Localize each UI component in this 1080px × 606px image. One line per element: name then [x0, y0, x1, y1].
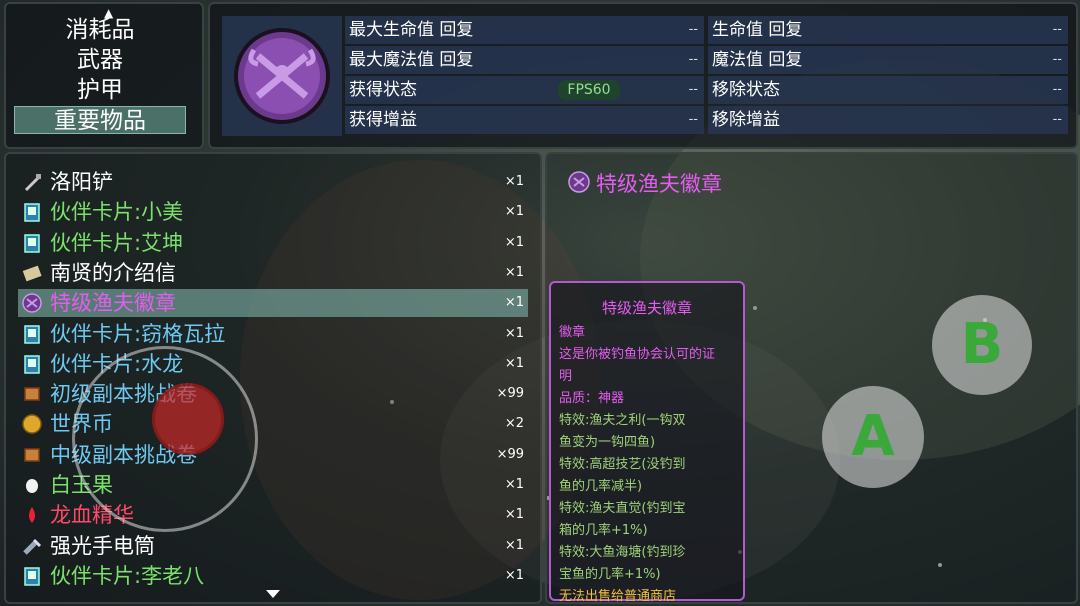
tooltip-line: 这是你被钓鱼协会认可的证	[559, 347, 716, 362]
tooltip-line: 特效:高超技艺(没钓到	[559, 457, 686, 472]
flashlight-icon	[23, 538, 42, 555]
item-count: ×1	[504, 174, 524, 189]
item-count: ×1	[504, 507, 524, 523]
partner-card-icon	[24, 355, 40, 374]
detail-title: 特级渔夫徽章	[596, 172, 722, 196]
stat-row: 生命值 回复 --	[708, 16, 1068, 44]
tooltip-line: 特效:大鱼海塘(钓到珍	[559, 545, 686, 560]
joystick-knob[interactable]	[152, 383, 224, 455]
tooltip-line: 特效:渔夫之利(一钩双	[559, 413, 686, 428]
badge-icon	[568, 171, 590, 193]
tooltip-line: 宝鱼的几率+1%)	[559, 567, 661, 582]
item-name: 特级渔夫徽章	[50, 291, 176, 316]
item-count: ×99	[496, 446, 524, 462]
item-row[interactable]: 伙伴卡片:李老八 ×1	[18, 562, 528, 590]
item-name: 伙伴卡片:窃格瓦拉	[50, 321, 226, 346]
item-count: ×1	[504, 204, 524, 220]
item-row[interactable]: 南贤的介绍信 ×1	[18, 259, 528, 287]
stat-row: 最大魔法值 回复 --	[345, 46, 704, 74]
badge-icon	[22, 293, 42, 313]
item-count: ×1	[504, 234, 524, 250]
item-count: ×1	[504, 325, 524, 341]
item-count: ×1	[504, 477, 524, 492]
partner-card-icon	[24, 233, 40, 253]
item-tooltip: 特级渔夫徽章 徽章这是你被钓鱼协会认可的证明品质：神器特效:渔夫之利(一钩双 鱼变…	[549, 281, 745, 604]
item-row[interactable]: 伙伴卡片:艾坤 ×1	[18, 229, 528, 257]
item-row[interactable]: 特级渔夫徽章 ×1	[18, 289, 528, 318]
item-name: 洛阳铲	[50, 170, 113, 194]
tooltip-line: 鱼变为一钩四鱼)	[559, 435, 656, 450]
fisherman-badge-icon	[234, 28, 330, 124]
tooltip-line: 明	[559, 369, 573, 384]
item-name: 伙伴卡片:艾坤	[50, 230, 184, 255]
tooltip-line: 品质：神器	[559, 391, 625, 406]
stat-row: 移除状态 --	[708, 76, 1068, 104]
item-count: ×99	[496, 386, 524, 402]
category-key-items[interactable]: 重要物品	[14, 106, 186, 134]
item-row[interactable]: 洛阳铲 ×1	[18, 168, 528, 196]
item-name: 强光手电筒	[50, 533, 155, 558]
item-name: 南贤的介绍信	[50, 260, 176, 285]
stat-row: 最大生命值 回复 --	[345, 16, 704, 44]
stat-row: 获得状态 --	[345, 76, 704, 104]
category-armor[interactable]: 护甲	[14, 76, 186, 104]
item-row[interactable]: 伙伴卡片:小美 ×1	[18, 198, 528, 226]
fruit-icon	[26, 479, 38, 493]
partner-card-icon	[24, 567, 40, 586]
partner-card-icon	[24, 324, 40, 344]
item-row[interactable]: 伙伴卡片:水龙 ×1	[18, 350, 528, 378]
item-count: ×1	[504, 295, 524, 311]
item-count: ×1	[504, 537, 524, 553]
partner-card-icon	[24, 203, 40, 223]
b-button[interactable]: B	[932, 295, 1032, 395]
tooltip-line: 箱的几率+1%)	[559, 523, 648, 538]
category-weapons[interactable]: 武器	[14, 46, 186, 74]
tooltip-line: 无法出售给普通商店	[559, 589, 677, 604]
a-button[interactable]: A	[822, 386, 924, 488]
letter-icon	[22, 265, 42, 282]
scroll-icon	[24, 447, 40, 462]
blood-drop-icon	[29, 507, 35, 524]
coin-icon	[22, 414, 42, 435]
stat-row: 魔法值 回复 --	[708, 46, 1068, 74]
scroll-icon	[24, 387, 40, 401]
tooltip-line: 鱼的几率减半)	[559, 479, 643, 494]
stat-row: 获得增益 --	[345, 106, 704, 134]
stat-row: 移除增益 --	[708, 106, 1068, 134]
item-row[interactable]: 龙血精华 ×1	[18, 501, 528, 529]
item-count: ×1	[504, 264, 524, 280]
item-count: ×2	[504, 416, 524, 432]
tooltip-line: 特效:渔夫直觉(钓到宝	[559, 501, 686, 516]
category-consumables[interactable]: 消耗品	[14, 16, 186, 44]
shovel-icon	[24, 174, 41, 192]
item-name: 伙伴卡片:小美	[50, 200, 184, 225]
tooltip-line: 徽章	[559, 325, 586, 340]
item-name: 伙伴卡片:李老八	[50, 563, 205, 588]
item-row[interactable]: 强光手电筒 ×1	[18, 532, 528, 560]
item-count: ×1	[504, 355, 524, 371]
tooltip-title: 特级渔夫徽章	[601, 299, 692, 317]
fps-counter: FPS60	[558, 80, 620, 100]
item-count: ×1	[504, 567, 524, 583]
scroll-down-icon[interactable]	[266, 590, 280, 598]
item-row[interactable]: 伙伴卡片:窃格瓦拉 ×1	[18, 320, 528, 348]
